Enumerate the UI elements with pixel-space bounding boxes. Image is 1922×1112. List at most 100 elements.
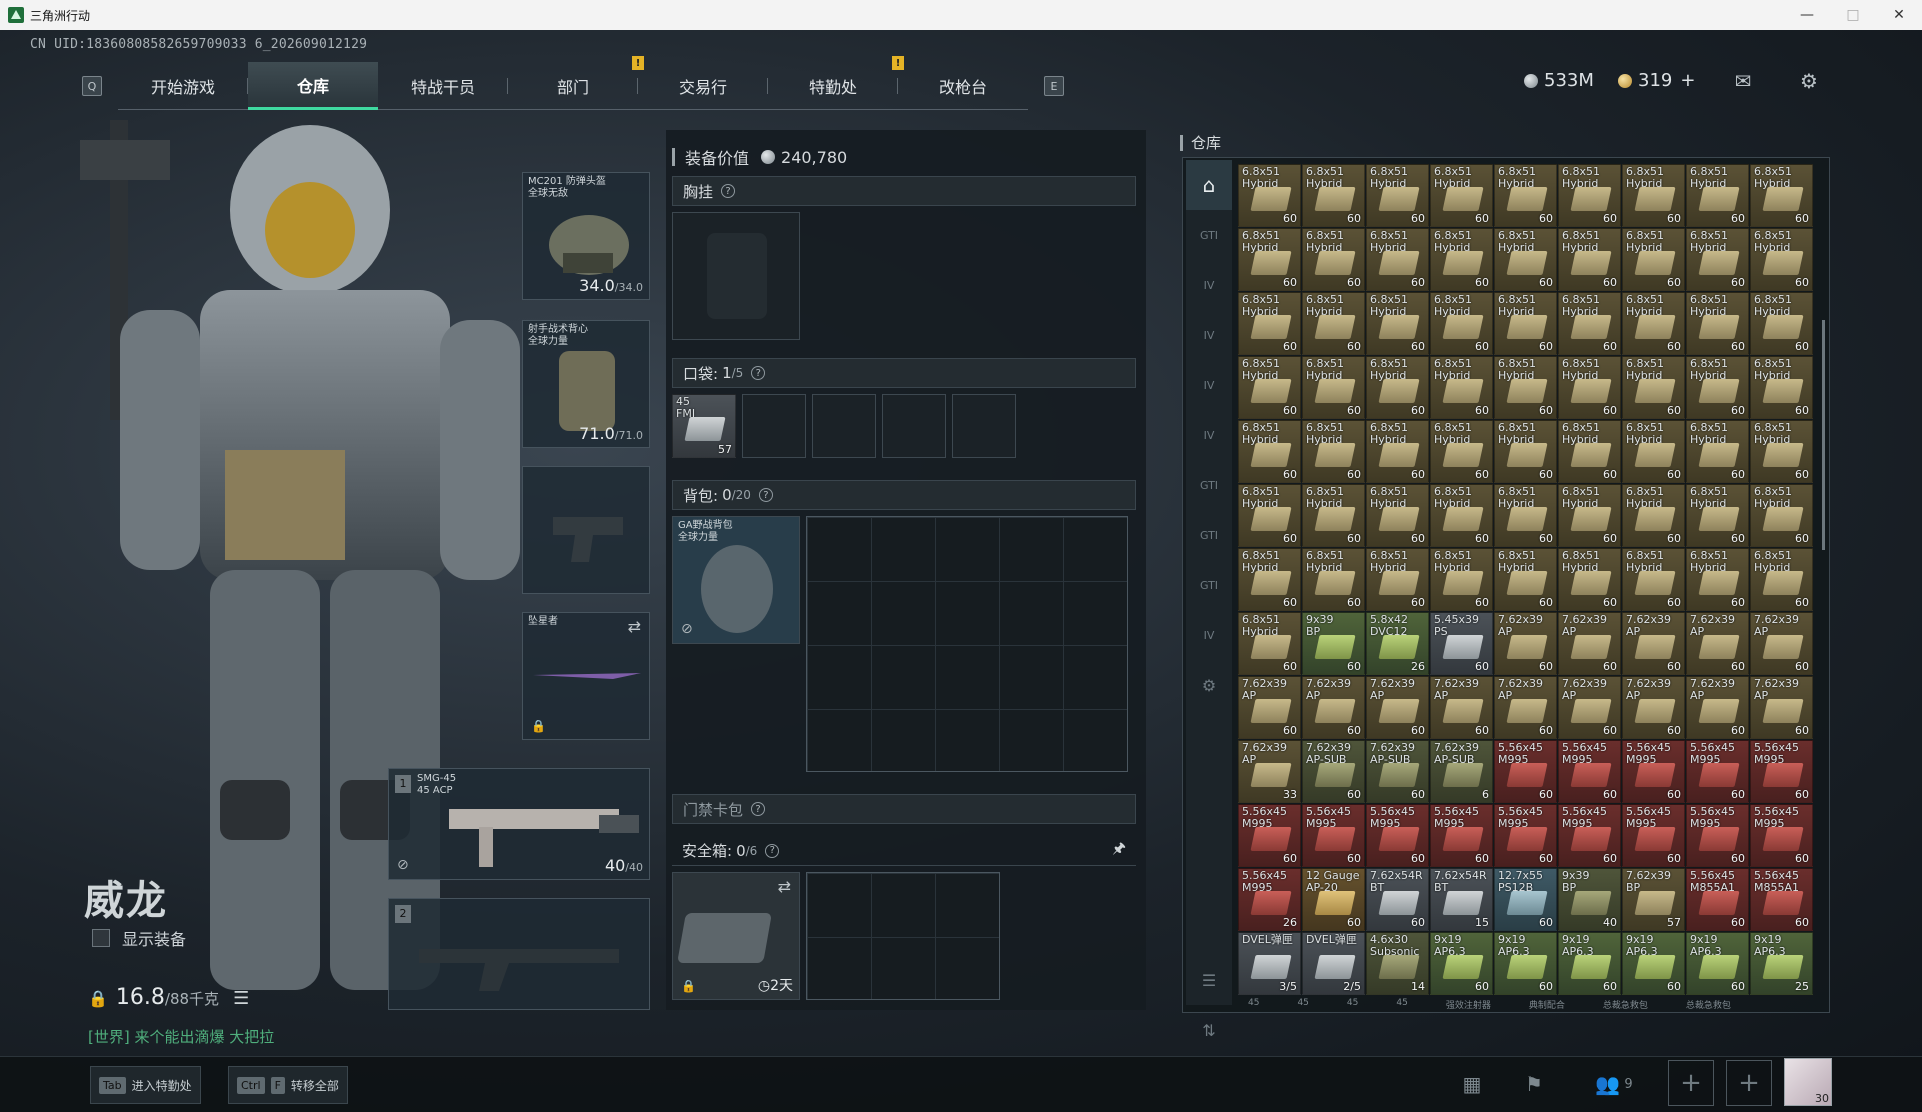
inventory-item[interactable]: 6.8x51 Hybrid 60 [1750, 356, 1813, 419]
close-icon[interactable]: ✕ [1876, 0, 1922, 30]
pocket-slot-empty[interactable] [742, 394, 806, 458]
list-icon[interactable]: ☰ [233, 988, 249, 1009]
pocket-slot-empty[interactable] [952, 394, 1016, 458]
inventory-item[interactable]: 7.62x39 AP-SUB 60 [1302, 740, 1365, 803]
inventory-item[interactable]: 6.8x51 Hybrid 60 [1686, 420, 1749, 483]
unequip-icon[interactable]: ⊘ [397, 857, 409, 873]
inventory-item[interactable]: 6.8x51 Hybrid 60 [1366, 228, 1429, 291]
inventory-item[interactable]: 7.62x39 AP 33 [1238, 740, 1301, 803]
inventory-item[interactable]: 6.8x51 Hybrid 60 [1302, 548, 1365, 611]
inventory-item[interactable]: 6.8x51 Hybrid 60 [1686, 484, 1749, 547]
inventory-item[interactable]: 6.8x51 Hybrid 60 [1750, 420, 1813, 483]
tab-4[interactable]: 交易行 [638, 62, 768, 110]
inventory-item[interactable]: 6.8x51 Hybrid 60 [1302, 292, 1365, 355]
maximize-icon[interactable]: □ [1830, 0, 1876, 30]
inventory-item[interactable]: 7.62x39 AP 60 [1750, 612, 1813, 675]
inventory-item[interactable]: 9x19 AP6.3 25 [1750, 932, 1813, 995]
inventory-item[interactable]: 6.8x51 Hybrid 60 [1494, 484, 1557, 547]
inventory-item[interactable]: 5.56x45 M995 60 [1750, 740, 1813, 803]
inventory-item[interactable]: 7.62x39 AP-SUB 6 [1430, 740, 1493, 803]
inventory-item[interactable]: 6.8x51 Hybrid 60 [1430, 228, 1493, 291]
help-icon[interactable]: ? [751, 802, 766, 816]
inventory-item[interactable]: 5.8x42 DVC12 26 [1366, 612, 1429, 675]
inventory-item[interactable]: 5.56x45 M995 60 [1558, 740, 1621, 803]
inventory-item[interactable]: 9x19 AP6.3 60 [1686, 932, 1749, 995]
inventory-item[interactable]: 5.56x45 M995 60 [1238, 804, 1301, 867]
inventory-item[interactable]: 6.8x51 Hybrid 60 [1558, 356, 1621, 419]
helmet-slot[interactable]: MC201 防弹头盔 全球无敌 34.0/34.0 [522, 172, 650, 300]
add-gold-button[interactable]: + [1680, 70, 1695, 91]
inventory-item[interactable]: 5.56x45 M995 26 [1238, 868, 1301, 931]
inventory-item[interactable]: 7.62x39 AP 60 [1750, 676, 1813, 739]
inventory-item[interactable]: 6.8x51 Hybrid 60 [1494, 420, 1557, 483]
inventory-item[interactable]: 6.8x51 Hybrid 60 [1622, 420, 1685, 483]
inventory-item[interactable]: 6.8x51 Hybrid 60 [1238, 356, 1301, 419]
inventory-item[interactable]: DVEL弹匣 2/5 [1302, 932, 1365, 995]
inventory-item[interactable]: 5.56x45 M995 60 [1558, 804, 1621, 867]
inventory-item[interactable]: 9x39 BP 60 [1302, 612, 1365, 675]
warehouse-tab-2-icon[interactable]: IV [1186, 260, 1232, 310]
inventory-item[interactable]: 6.8x51 Hybrid 60 [1302, 484, 1365, 547]
inventory-item[interactable]: 12 Gauge AP-20 60 [1302, 868, 1365, 931]
warehouse-tab-1-icon[interactable]: GTI [1186, 210, 1232, 260]
help-icon[interactable]: ? [751, 366, 766, 380]
inventory-item[interactable]: 6.8x51 Hybrid 60 [1686, 164, 1749, 227]
flag-icon[interactable]: ⚑ [1512, 1064, 1556, 1104]
inventory-item[interactable]: 6.8x51 Hybrid 60 [1430, 420, 1493, 483]
inventory-item[interactable]: 7.62x39 AP 60 [1366, 676, 1429, 739]
inventory-item[interactable]: 6.8x51 Hybrid 60 [1238, 548, 1301, 611]
inventory-item[interactable]: 5.56x45 M995 60 [1622, 804, 1685, 867]
secondary-weapon-slot[interactable]: 2 [388, 898, 650, 1010]
help-icon[interactable]: ? [721, 184, 736, 198]
inventory-item[interactable]: 6.8x51 Hybrid 60 [1494, 292, 1557, 355]
inventory-item[interactable]: 6.8x51 Hybrid 60 [1622, 548, 1685, 611]
inventory-item[interactable]: 9x19 AP6.3 60 [1494, 932, 1557, 995]
inventory-item[interactable]: 6.8x51 Hybrid 60 [1238, 420, 1301, 483]
inventory-item[interactable]: 9x19 AP6.3 60 [1558, 932, 1621, 995]
inventory-item[interactable]: 7.62x39 AP 60 [1430, 676, 1493, 739]
inventory-item[interactable]: 5.56x45 M995 60 [1302, 804, 1365, 867]
pocket-item[interactable]: 45 FMJ 57 [672, 394, 736, 458]
mail-icon[interactable]: ✉ [1730, 70, 1756, 92]
swap-icon[interactable]: ⇄ [628, 617, 641, 636]
inventory-item[interactable]: 6.8x51 Hybrid 60 [1686, 228, 1749, 291]
warehouse-tab-10-icon[interactable]: ⚙ [1186, 660, 1232, 710]
inventory-item[interactable]: 7.62x54R BT 15 [1430, 868, 1493, 931]
inventory-item[interactable]: 6.8x51 Hybrid 60 [1750, 228, 1813, 291]
tab-0[interactable]: 开始游戏 [118, 62, 248, 110]
backpack-grid[interactable] [806, 516, 1128, 772]
inventory-item[interactable]: 6.8x51 Hybrid 60 [1238, 228, 1301, 291]
stats-chart-icon[interactable]: ▦ [1450, 1064, 1494, 1104]
inventory-item[interactable]: 6.8x51 Hybrid 60 [1558, 228, 1621, 291]
inventory-item[interactable]: 5.56x45 M995 60 [1686, 804, 1749, 867]
invite-slot-plus-icon[interactable]: + [1668, 1060, 1714, 1106]
warehouse-tab-0-icon[interactable]: ⌂ [1186, 160, 1232, 210]
inventory-item[interactable]: 9x39 BP 40 [1558, 868, 1621, 931]
inventory-item[interactable]: 5.56x45 M995 60 [1430, 804, 1493, 867]
inventory-item[interactable]: 5.56x45 M855A1 60 [1750, 868, 1813, 931]
layers-icon[interactable]: ☰ [1186, 955, 1232, 1005]
chest-rig-slot[interactable] [672, 212, 800, 340]
warehouse-scrollbar[interactable] [1822, 320, 1825, 550]
inventory-item[interactable]: 6.8x51 Hybrid 60 [1238, 292, 1301, 355]
player-avatar[interactable]: 30 [1784, 1058, 1832, 1106]
help-icon[interactable]: ? [758, 488, 773, 502]
tab-3[interactable]: 部门! [508, 56, 644, 110]
inventory-item[interactable]: 6.8x51 Hybrid 60 [1430, 356, 1493, 419]
inventory-item[interactable]: 6.8x51 Hybrid 60 [1302, 228, 1365, 291]
inventory-item[interactable]: 6.8x51 Hybrid 60 [1366, 292, 1429, 355]
inventory-item[interactable]: 12.7x55 PS12B 60 [1494, 868, 1557, 931]
inventory-item[interactable]: 7.62x39 AP-SUB 60 [1366, 740, 1429, 803]
inventory-item[interactable]: 6.8x51 Hybrid 60 [1238, 484, 1301, 547]
inventory-item[interactable]: 5.56x45 M995 60 [1622, 740, 1685, 803]
settings-gear-icon[interactable]: ⚙ [1796, 70, 1822, 92]
inventory-item[interactable]: 6.8x51 Hybrid 60 [1302, 420, 1365, 483]
inventory-item[interactable]: 7.62x54R BT 60 [1366, 868, 1429, 931]
inventory-item[interactable]: 6.8x51 Hybrid 60 [1366, 164, 1429, 227]
inventory-item[interactable]: 5.56x45 M995 60 [1494, 804, 1557, 867]
enter-special-ops-button[interactable]: Tab 进入特勤处 [90, 1066, 201, 1104]
inventory-item[interactable]: 6.8x51 Hybrid 60 [1238, 164, 1301, 227]
warehouse-tab-5-icon[interactable]: IV [1186, 410, 1232, 460]
backpack-slot[interactable]: GA野战背包 全球力量 ⊘ [672, 516, 800, 644]
inventory-item[interactable]: 7.62x39 AP 60 [1494, 676, 1557, 739]
